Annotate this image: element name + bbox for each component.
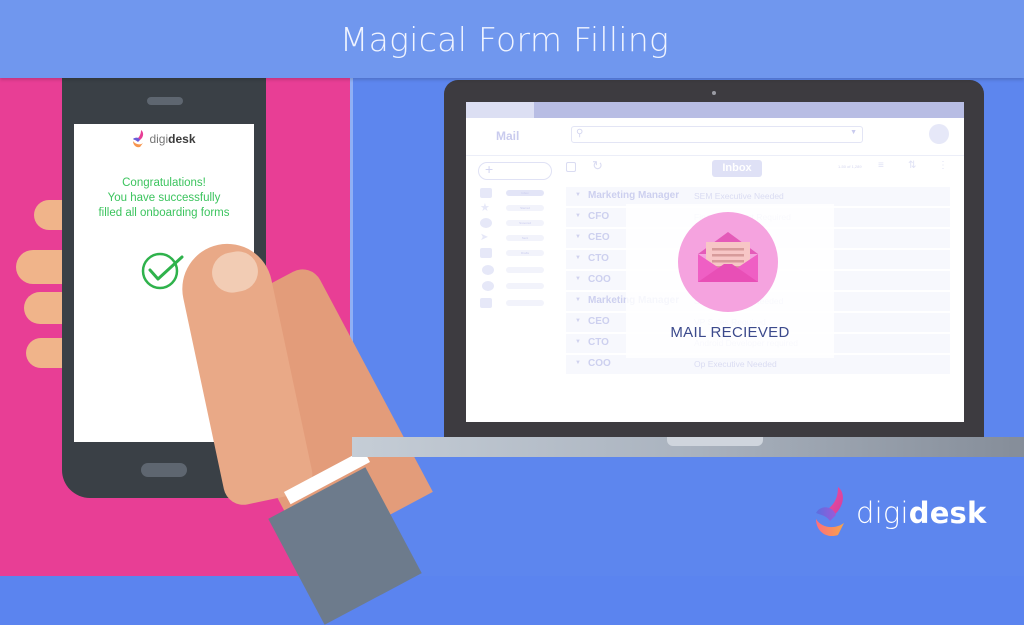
check-circle-icon <box>141 252 184 290</box>
search-input[interactable]: ⚲ ▼ <box>571 126 863 143</box>
brand-wordmark: digidesk <box>856 496 987 530</box>
expand-icon: ▼ <box>575 234 581 240</box>
sidebar-item-starred[interactable]: ★ Starred <box>480 202 550 214</box>
success-message: Congratulations! You have successfully f… <box>74 176 254 221</box>
sort-icon[interactable]: ⇅ <box>908 160 916 171</box>
laptop-camera <box>712 91 716 95</box>
sidebar-item-label: Inbox <box>506 190 544 196</box>
email-sender: COO <box>588 358 611 369</box>
refresh-icon[interactable]: ↻ <box>592 158 603 174</box>
square-icon <box>480 298 492 308</box>
clock-icon <box>480 218 492 228</box>
select-all-checkbox[interactable] <box>566 162 576 172</box>
page-count: 1-50 of 1,289 <box>838 164 862 169</box>
logo-bold-part: desk <box>168 132 196 146</box>
digidesk-logo-icon <box>816 487 844 537</box>
sidebar-item[interactable] <box>480 265 550 275</box>
phone-speaker <box>147 97 183 105</box>
search-icon: ⚲ <box>576 128 584 139</box>
compose-button[interactable]: + <box>478 161 552 180</box>
email-sender: CFO <box>588 211 610 222</box>
brand-logo: digidesk <box>812 485 987 541</box>
digidesk-logo-icon <box>133 130 144 148</box>
sidebar-item[interactable] <box>480 281 550 291</box>
sidebar-item-label: Drafts <box>506 250 544 256</box>
logo-light-part: digi <box>149 132 169 146</box>
brand-bold-part: desk <box>908 496 987 530</box>
title-bar: Magical Form Filling <box>0 0 1024 78</box>
mail-toolbar: ↻ Inbox 1-50 of 1,289 ≡ ⇅ ⋮ <box>566 158 956 178</box>
email-subject: SEM Executive Needed <box>694 191 784 201</box>
expand-icon: ▼ <box>575 360 581 366</box>
expand-icon: ▼ <box>575 213 581 219</box>
notification-circle <box>678 212 778 312</box>
sidebar-item-inbox[interactable]: Inbox <box>480 188 550 198</box>
email-sender: COO <box>588 274 611 285</box>
sidebar-item-drafts[interactable]: Drafts <box>480 248 550 258</box>
page-title: Magical Form Filling <box>339 19 670 59</box>
expand-icon: ▼ <box>575 339 581 345</box>
inbox-icon <box>480 188 492 198</box>
expand-icon: ▼ <box>575 276 581 282</box>
expand-icon: ▼ <box>575 297 581 303</box>
sidebar-item-label <box>506 267 544 273</box>
avatar[interactable] <box>929 124 949 144</box>
phone-home-button[interactable] <box>141 463 187 477</box>
sidebar-item-label <box>506 300 544 306</box>
mail-app-title: Mail <box>496 129 520 143</box>
email-sender: CTO <box>588 253 609 264</box>
laptop-screen: Mail ⚲ ▼ + Inbox ★ Starred Snoozed ➤ Sen… <box>466 102 964 422</box>
expand-icon: ▼ <box>575 255 581 261</box>
circle-icon <box>482 265 494 275</box>
message-line: filled all onboarding forms <box>98 207 230 219</box>
sidebar-item-sent[interactable]: ➤ Sent <box>480 233 550 243</box>
email-sender: CTO <box>588 337 609 348</box>
folder-badge: Inbox <box>712 160 762 177</box>
more-options-icon[interactable]: ⋮ <box>938 160 948 171</box>
plus-icon: + <box>485 161 494 177</box>
phone-logo-text: digidesk <box>149 132 195 146</box>
browser-tab-bar <box>466 102 964 118</box>
sidebar-item-label: Starred <box>506 205 544 211</box>
message-line: Congratulations! <box>122 177 206 189</box>
expand-icon: ▼ <box>575 192 581 198</box>
browser-tab[interactable] <box>466 102 534 118</box>
sidebar-item-label: Sent <box>506 235 544 241</box>
chevron-down-icon[interactable]: ▼ <box>850 129 857 136</box>
mail-header: Mail ⚲ ▼ <box>466 118 964 156</box>
notification-text: MAIL RECIEVED <box>670 324 790 341</box>
phone-logo: digidesk <box>74 130 254 148</box>
email-sender: CEO <box>588 232 610 243</box>
message-line: You have successfully <box>107 192 221 204</box>
sidebar-item[interactable] <box>480 298 550 308</box>
filter-icon[interactable]: ≡ <box>878 160 884 171</box>
email-subject: Op Executive Needed <box>694 359 777 369</box>
expand-icon: ▼ <box>575 318 581 324</box>
email-sender: Marketing Manager <box>588 190 680 201</box>
circle-icon <box>482 281 494 291</box>
sidebar-item-snoozed[interactable]: Snoozed <box>480 218 550 228</box>
draft-icon <box>480 248 492 258</box>
sidebar-item-label <box>506 283 544 289</box>
laptop-base-notch <box>667 437 763 446</box>
star-icon: ★ <box>480 202 490 214</box>
sidebar-item-label: Snoozed <box>506 220 544 226</box>
open-envelope-icon <box>698 232 758 282</box>
send-icon: ➤ <box>480 232 489 243</box>
brand-light-part: digi <box>856 496 909 530</box>
email-sender: CEO <box>588 316 610 327</box>
